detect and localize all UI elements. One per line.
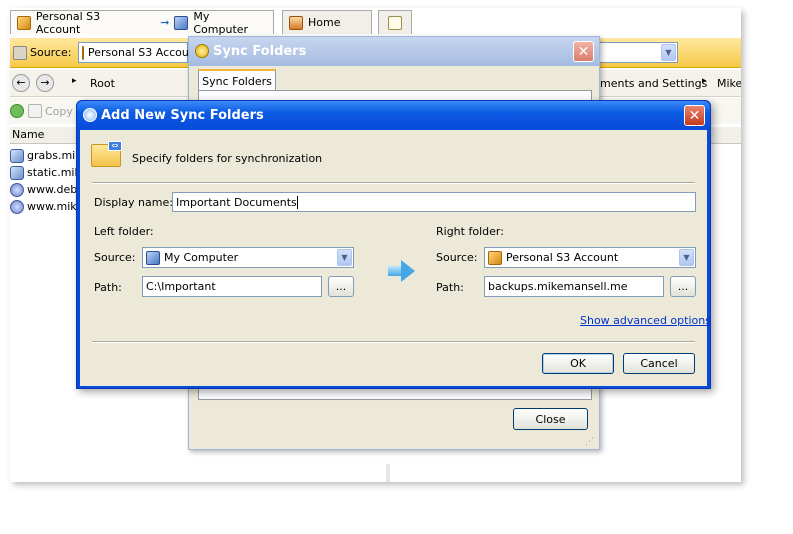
arrow-right-icon: ➞ <box>160 16 170 29</box>
left-source-value: My Computer <box>164 251 239 264</box>
destination-select[interactable]: ▼ <box>595 42 678 63</box>
sync-folders-icon <box>195 44 209 58</box>
bucket-icon <box>10 148 24 163</box>
new-tab-icon <box>388 15 402 30</box>
resize-grip-icon[interactable]: ⋰ <box>585 437 594 447</box>
box-icon <box>488 250 502 265</box>
copy-button[interactable]: Copy <box>45 105 73 118</box>
tab-label: Personal S3 Account <box>35 9 101 36</box>
left-source-label: Source: <box>94 251 136 264</box>
display-name-value: Important Documents <box>176 195 297 209</box>
list-item[interactable]: www.debb <box>10 181 84 198</box>
left-browse-button[interactable]: ... <box>328 276 354 297</box>
show-advanced-options-link[interactable]: Show advanced options <box>580 314 711 327</box>
left-path-value: C:\Important <box>146 280 216 293</box>
name-column-header[interactable]: Name <box>12 128 44 141</box>
tab-sync-folders[interactable]: Sync Folders <box>198 69 276 91</box>
right-source-label: Source: <box>436 251 478 264</box>
box-icon <box>82 45 84 60</box>
left-source-select[interactable]: My Computer ▼ <box>142 247 354 268</box>
chevron-down-icon: ▼ <box>661 44 676 61</box>
left-folder-heading: Left folder: <box>94 225 154 238</box>
sync-icon[interactable] <box>10 104 24 118</box>
tab-home[interactable]: Home <box>282 10 372 34</box>
browse-label: ... <box>335 280 347 293</box>
source-select[interactable]: Personal S3 Accoun <box>78 42 196 63</box>
ok-button[interactable]: OK <box>542 353 614 374</box>
ok-button-label: OK <box>570 357 586 370</box>
dialog-close-icon[interactable]: ✕ <box>684 105 705 126</box>
sync-direction-arrow-icon <box>388 260 416 282</box>
right-path-field[interactable]: backups.mikemansell.me <box>484 276 664 297</box>
breadcrumb-documents-and-settings[interactable]: ments and Settings <box>600 77 707 90</box>
right-path-value: backups.mikemansell.me <box>488 280 628 293</box>
right-folder-heading: Right folder: <box>436 225 504 238</box>
chevron-down-icon: ▼ <box>337 249 352 266</box>
right-browse-button[interactable]: ... <box>670 276 696 297</box>
website-icon <box>10 182 24 197</box>
right-path-label: Path: <box>436 281 464 294</box>
sync-close-icon[interactable]: ✕ <box>573 41 594 62</box>
sync-folder-icon: ⇔ <box>91 141 123 167</box>
box-icon <box>17 15 31 30</box>
copy-icon <box>28 104 42 118</box>
tab-label: Home <box>308 16 341 29</box>
left-path-field[interactable]: C:\Important <box>142 276 322 297</box>
bucket-icon <box>10 165 24 180</box>
website-icon <box>10 199 24 214</box>
tab-label: Sync Folders <box>202 74 272 88</box>
location-tabs: Personal S3 Account ➞ My Computer Home <box>10 8 741 38</box>
breadcrumb-mike[interactable]: Mike <box>717 77 741 90</box>
home-icon <box>289 15 303 30</box>
tab-personal-s3[interactable]: Personal S3 Account ➞ My Computer <box>10 9 274 36</box>
close-button-label: Close <box>535 412 566 426</box>
back-icon[interactable]: ← <box>12 74 30 92</box>
chevron-down-icon: ▼ <box>679 249 694 266</box>
close-button[interactable]: Close <box>513 408 588 430</box>
forward-icon[interactable]: → <box>36 74 54 92</box>
source-label: Source: <box>30 46 72 59</box>
computer-icon <box>174 15 189 30</box>
sync-folders-titlebar[interactable]: Sync Folders ✕ <box>189 37 599 66</box>
browse-label: ... <box>677 280 689 293</box>
source-bar-icon <box>13 46 27 60</box>
cancel-button[interactable]: Cancel <box>623 353 695 374</box>
pane-splitter[interactable] <box>386 464 390 482</box>
header-divider <box>92 182 695 184</box>
new-tab-button[interactable] <box>378 10 412 34</box>
display-name-field[interactable]: Important Documents <box>172 192 696 212</box>
dialog-title: Add New Sync Folders <box>101 108 264 123</box>
footer-divider <box>92 341 695 343</box>
breadcrumb-separator-icon: ▸ <box>702 76 707 86</box>
tab-label: My Computer <box>193 9 249 36</box>
computer-icon <box>146 250 160 265</box>
dialog-body: ⇔ Specify folders for synchronization Di… <box>80 130 711 386</box>
left-path-label: Path: <box>94 281 122 294</box>
source-select-value: Personal S3 Accoun <box>88 46 196 59</box>
add-new-sync-folders-dialog: Add New Sync Folders ✕ ⇔ Specify folders… <box>76 100 711 389</box>
right-source-select[interactable]: Personal S3 Account ▼ <box>484 247 696 268</box>
sync-globe-icon <box>83 108 97 122</box>
cancel-button-label: Cancel <box>640 357 678 370</box>
dialog-titlebar[interactable]: Add New Sync Folders ✕ <box>77 101 710 130</box>
breadcrumb-root[interactable]: Root <box>90 77 115 90</box>
display-name-label: Display name: <box>94 196 173 209</box>
breadcrumb-separator-icon: ▸ <box>72 76 77 86</box>
right-source-value: Personal S3 Account <box>506 251 619 264</box>
sync-folders-title: Sync Folders <box>213 44 307 59</box>
dialog-header-text: Specify folders for synchronization <box>132 152 323 165</box>
text-cursor <box>296 195 298 209</box>
